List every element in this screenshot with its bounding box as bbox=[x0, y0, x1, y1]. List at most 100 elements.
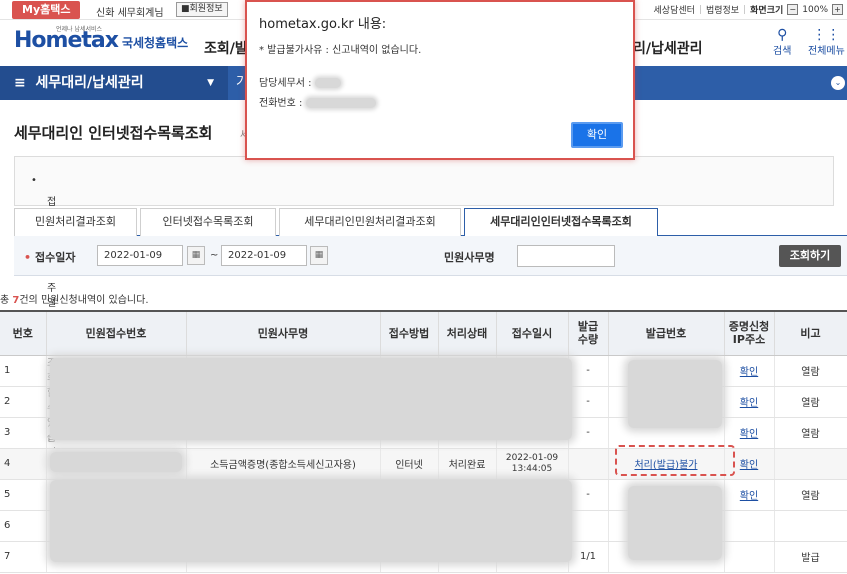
alert-dialog: hometax.go.kr 내용: * 발급불가사유 : 신고내역이 없습니다.… bbox=[245, 0, 635, 160]
cell-qty: - bbox=[568, 417, 609, 449]
chevron-down-icon: ▼ bbox=[207, 78, 214, 88]
gnb-menu-tax-management[interactable]: 리/납세관리 bbox=[633, 38, 703, 58]
cell-note bbox=[774, 510, 847, 542]
cell-qty: - bbox=[568, 386, 609, 418]
cell-note: 열람 bbox=[774, 417, 847, 449]
tab-internet-receipt[interactable]: 인터넷접수목록조회 bbox=[140, 208, 276, 236]
highlight-box bbox=[615, 445, 735, 476]
cell-no: 7 bbox=[0, 541, 47, 573]
redacted-area bbox=[305, 98, 376, 108]
user-name-link[interactable]: 신화 세무회계님 bbox=[96, 4, 164, 19]
notice-box: • 접수일자는 1주일 단위로 조회할 수 있습니다. bbox=[14, 156, 834, 474]
screen-size-label: 화면크기 bbox=[750, 6, 784, 16]
dialog-message: * 발급불가사유 : 신고내역이 없습니다. bbox=[259, 45, 422, 56]
cell-no: 1 bbox=[0, 355, 47, 387]
cell-qty: 1/1 bbox=[568, 541, 609, 573]
nav-main-menu[interactable]: ≡ 세무대리/납세관리 ▼ bbox=[0, 66, 228, 100]
nav-main-label: 세무대리/납세관리 bbox=[35, 75, 144, 91]
dialog-tax-office: 담당세무서 : bbox=[259, 74, 341, 89]
page-title: 세무대리인 인터넷접수목록조회 bbox=[14, 124, 213, 142]
cell-note: 열람 bbox=[774, 386, 847, 418]
hometax-logo[interactable]: 언제나 납세서비스 Hometax 국세청홈택스 bbox=[14, 26, 189, 53]
result-count-suffix: 건의 민원신청내역이 있습니다. bbox=[19, 295, 149, 306]
calendar-icon[interactable]: ▦ bbox=[187, 246, 205, 265]
col-header-no: 번호 bbox=[0, 310, 47, 356]
search-form: • 접수일자 2022-01-09 ▦ ~ 2022-01-09 ▦ 민원사무명 … bbox=[14, 236, 847, 276]
receipt-date-text: 접수일자 bbox=[35, 251, 76, 264]
dialog-phone: 전화번호 : bbox=[259, 94, 376, 109]
tax-office-label: 담당세무서 : bbox=[259, 78, 312, 89]
col-header-receipt-no: 민원접수번호 bbox=[46, 310, 187, 356]
cell-qty: - bbox=[568, 355, 609, 387]
gnb-menu-inquiry[interactable]: 조회/발 bbox=[204, 38, 248, 58]
member-info-label: 회원정보 bbox=[189, 4, 223, 14]
search-icon: ⚲ bbox=[777, 27, 788, 43]
member-info-button[interactable]: ■회원정보 bbox=[176, 2, 228, 17]
header-search-button[interactable]: ⚲ 검색 bbox=[773, 28, 791, 57]
tab-agent-civil-result[interactable]: 세무대리인민원처리결과조회 bbox=[279, 208, 461, 236]
cell-no: 3 bbox=[0, 417, 47, 449]
ip-confirm-link[interactable]: 확인 bbox=[740, 429, 758, 440]
ok-button[interactable]: 확인 bbox=[571, 122, 623, 148]
cell-no: 2 bbox=[0, 386, 47, 418]
ip-confirm-link[interactable]: 확인 bbox=[740, 367, 758, 378]
date-from-input[interactable]: 2022-01-09 bbox=[97, 245, 183, 266]
chevron-down-icon[interactable]: ⌄ bbox=[831, 76, 845, 90]
tab-bar: 민원처리결과조회 인터넷접수목록조회 세무대리인민원처리결과조회 세무대리인인터… bbox=[14, 208, 847, 237]
col-header-method: 접수방법 bbox=[380, 310, 439, 356]
all-menu-button[interactable]: ⋮⋮ 전체메뉴 bbox=[808, 28, 845, 57]
col-header-note: 비고 bbox=[774, 310, 847, 356]
phone-label: 전화번호 : bbox=[259, 98, 303, 109]
ip-confirm-link[interactable]: 확인 bbox=[740, 491, 758, 502]
calendar-icon[interactable]: ▦ bbox=[310, 246, 328, 265]
col-header-civil-name: 민원사무명 bbox=[186, 310, 381, 356]
cell-date-day: 2022-01-09 bbox=[505, 452, 559, 463]
cell-no: 4 bbox=[0, 448, 47, 480]
cell-note: 발급 bbox=[774, 541, 847, 573]
ip-confirm-link[interactable]: 확인 bbox=[740, 460, 758, 471]
logo-subtitle: 국세청홈택스 bbox=[121, 36, 189, 50]
redacted-area bbox=[314, 78, 341, 88]
cell-qty bbox=[568, 448, 609, 480]
result-count-prefix: 총 bbox=[0, 295, 10, 306]
result-count: 총 7건의 민원신청내역이 있습니다. bbox=[0, 291, 149, 306]
civil-name-input[interactable] bbox=[517, 245, 615, 267]
user-icon: ■ bbox=[181, 4, 190, 14]
tab-agent-internet-receipt[interactable]: 세무대리인인터넷접수목록조회 bbox=[464, 208, 658, 237]
zoom-in-button[interactable]: + bbox=[832, 4, 843, 15]
zoom-out-button[interactable]: − bbox=[787, 4, 799, 15]
cell-status: 처리완료 bbox=[438, 448, 497, 480]
redacted-area bbox=[50, 358, 572, 440]
col-header-ip: 증명신청 IP주소 bbox=[724, 310, 775, 356]
consult-center-link[interactable]: 세상담센터 bbox=[654, 3, 695, 16]
col-header-date: 접수일시 bbox=[496, 310, 569, 356]
cell-date: 2022-01-09 13:44:05 bbox=[496, 448, 569, 480]
date-range-separator: ~ bbox=[210, 250, 219, 261]
cell-note: 열람 bbox=[774, 479, 847, 511]
search-button[interactable]: 조회하기 bbox=[779, 245, 841, 267]
table-header-row: 번호 민원접수번호 민원사무명 접수방법 처리상태 접수일시 발급 수량 발급번… bbox=[0, 310, 847, 356]
civil-name-label: 민원사무명 bbox=[444, 251, 495, 264]
col-header-status: 처리상태 bbox=[438, 310, 497, 356]
dialog-title: hometax.go.kr 내용: bbox=[259, 17, 387, 32]
tab-civil-result[interactable]: 민원처리결과조회 bbox=[14, 208, 137, 236]
ip-confirm-link[interactable]: 확인 bbox=[740, 398, 758, 409]
receipt-date-label: • 접수일자 bbox=[24, 251, 76, 264]
cell-civil-name: 소득금액증명(종합소득세신고자용) bbox=[186, 448, 381, 480]
logo-tagline: 언제나 납세서비스 bbox=[56, 26, 103, 33]
date-to-input[interactable]: 2022-01-09 bbox=[221, 245, 307, 266]
hamburger-icon: ≡ bbox=[14, 75, 26, 91]
cell-qty bbox=[568, 510, 609, 542]
cell-no: 6 bbox=[0, 510, 47, 542]
notice-text: • 접수일자는 1주일 단위로 조회할 수 있습니다. bbox=[31, 175, 59, 474]
cell-note bbox=[774, 448, 847, 480]
redacted-area bbox=[50, 480, 572, 562]
top-right-links: 세상담센터 | 법령정보 | 화면크기 − 100% + bbox=[654, 3, 843, 16]
cell-date-time: 13:44:05 bbox=[511, 463, 553, 474]
redacted-area bbox=[50, 452, 182, 472]
my-hometax-button[interactable]: My홈택스 bbox=[12, 1, 81, 19]
cell-method: 인터넷 bbox=[380, 448, 439, 480]
redacted-area bbox=[628, 486, 722, 560]
law-info-link[interactable]: 법령정보 bbox=[706, 3, 739, 16]
col-header-qty: 발급 수량 bbox=[568, 310, 609, 356]
